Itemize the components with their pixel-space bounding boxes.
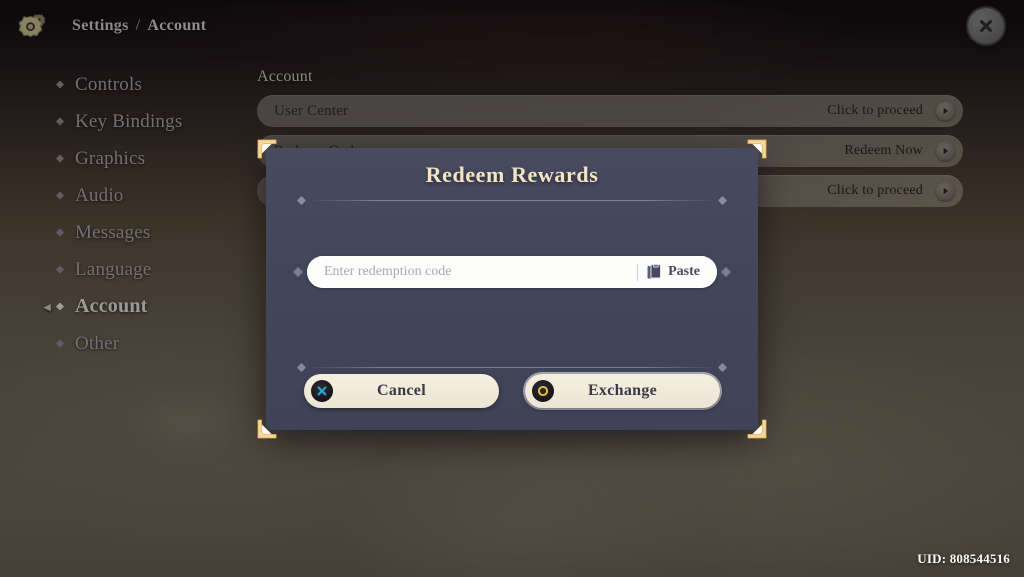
divider-diamond-left [297,196,306,205]
uid-label: UID: 808544516 [917,551,1010,566]
paste-button[interactable]: Paste [647,263,700,281]
footer-divider-diamond-right [718,363,727,372]
clipboard-paste-icon [647,263,662,278]
redeem-rewards-dialog: Redeem Rewards Paste [257,139,767,439]
input-separator [637,263,639,281]
cancel-button[interactable]: Cancel [304,374,499,408]
input-ornament-left [293,267,303,277]
footer-divider-diamond-left [297,363,306,372]
cancel-label: Cancel [377,382,426,399]
corner-ornament-bottom-right [746,418,768,440]
paste-label: Paste [668,264,700,279]
exchange-label: Exchange [587,382,658,399]
redemption-code-field[interactable]: Paste [307,256,717,288]
corner-ornament-bottom-left [256,418,278,440]
title-divider [297,196,727,205]
exchange-button[interactable]: Exchange [525,374,720,408]
footer-divider [297,363,727,372]
confirm-ring-icon [532,380,554,402]
cancel-x-icon [311,380,333,402]
redemption-input-area: Paste [266,256,758,288]
corner-ornament-top-left [256,138,278,160]
divider-line [307,200,717,201]
footer-divider-line [307,367,717,368]
input-ornament-right [721,267,731,277]
divider-diamond-right [718,196,727,205]
dialog-title: Redeem Rewards [425,162,599,187]
redemption-code-input[interactable] [324,264,638,280]
corner-ornament-top-right [746,138,768,160]
dialog-button-row: Cancel Exchange [266,374,758,408]
